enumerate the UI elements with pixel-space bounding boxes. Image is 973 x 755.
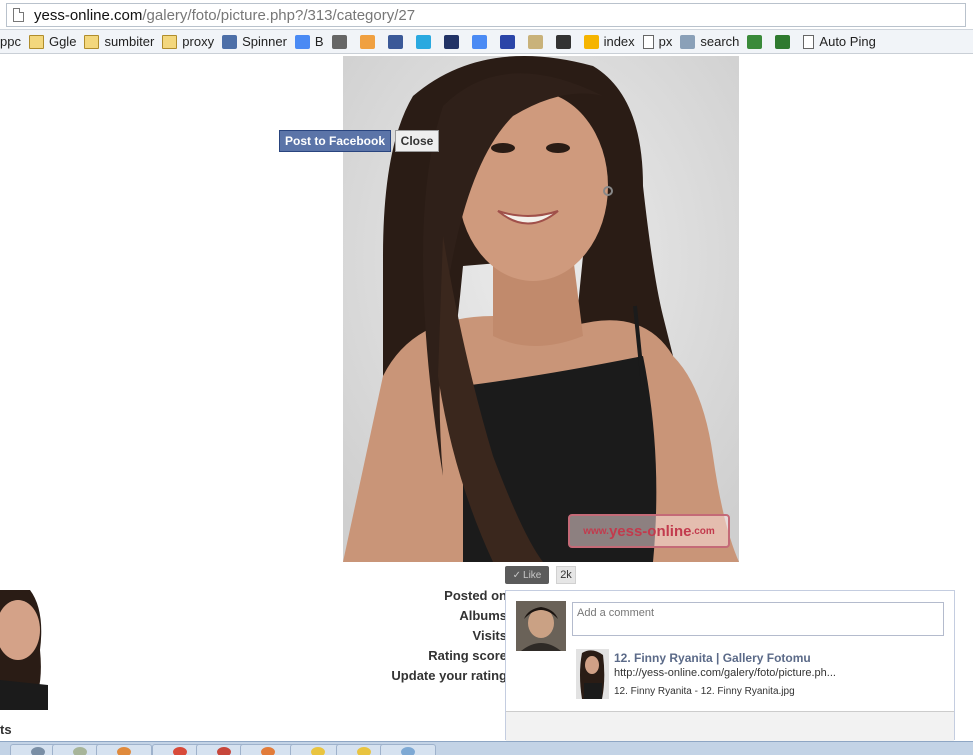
spinner-icon	[222, 34, 238, 49]
folder-icon	[162, 34, 178, 49]
image-icon	[73, 747, 87, 755]
bookmark-label: Spinner	[242, 34, 287, 49]
bookmark-item[interactable]	[331, 34, 352, 49]
checkmark-icon: ✓	[512, 569, 522, 581]
thumbnail-image[interactable]	[0, 590, 48, 710]
page-icon	[13, 8, 24, 22]
watermark-brand: yess-online	[608, 522, 692, 540]
like-count: 2k	[556, 566, 576, 584]
taskbar-item[interactable]	[96, 744, 152, 755]
share-url: http://yess-online.com/galery/foto/pictu…	[614, 667, 836, 679]
globe-icon	[775, 34, 791, 49]
bookmark-label: index	[603, 34, 635, 49]
facebook-icon	[387, 34, 403, 49]
p-icon	[499, 34, 515, 49]
bookmark-item[interactable]: B	[294, 34, 324, 49]
bookmark-label: px	[658, 34, 673, 49]
thumbnail-graphic	[0, 590, 48, 710]
popup-footer	[506, 711, 954, 741]
comment-input[interactable]: Add a comment	[572, 602, 944, 636]
taskbar	[0, 741, 973, 755]
notepad-icon	[31, 747, 45, 755]
bookmark-item[interactable]	[747, 34, 767, 49]
page-icon	[642, 34, 654, 49]
watermark-logo: www. yess-online .com	[568, 514, 730, 548]
app-icon	[261, 747, 275, 755]
bookmark-item[interactable]	[775, 34, 795, 49]
watermark-prefix: www.	[583, 525, 609, 537]
folder-icon	[84, 34, 100, 49]
bookmark-item[interactable]	[387, 34, 408, 49]
tool-icon	[401, 747, 415, 755]
bike-icon	[555, 34, 571, 49]
banner-icon	[443, 34, 459, 49]
browser-icon	[217, 747, 231, 755]
bookmark-item[interactable]: sumbiter	[84, 34, 154, 49]
share-caption: 12. Finny Ryanita - 12. Finny Ryanita.jp…	[614, 686, 795, 697]
bookmark-label: ppc	[0, 34, 21, 49]
graph-icon	[747, 34, 763, 49]
watermark-suffix: .com	[691, 525, 715, 537]
firefox-icon	[117, 747, 131, 755]
bookmark-item[interactable]: Auto Ping	[803, 34, 876, 49]
bookmark-item[interactable]	[555, 34, 576, 49]
address-bar: yess-online.com/galery/foto/picture.php?…	[0, 0, 973, 30]
bookmarks-bar: ppc Ggle sumbiter proxy Spinner Bindex px searc…	[0, 30, 973, 54]
flower-icon	[583, 34, 599, 49]
close-button[interactable]: Close	[395, 130, 439, 152]
translate-icon	[471, 34, 487, 49]
widget-icon	[359, 34, 375, 49]
section-heading-partial: ts	[0, 722, 12, 737]
google-b-icon	[294, 34, 310, 49]
bookmark-item[interactable]: proxy	[162, 34, 214, 49]
folder-icon	[28, 34, 44, 49]
feather-icon	[331, 34, 347, 49]
like-label: Like	[523, 569, 542, 581]
url-path: /galery/foto/picture.php?/313/category/2…	[142, 6, 416, 24]
facebook-share-popup: Add a comment 12. Finny Ryanita | Galler…	[505, 590, 955, 741]
rating-score-label: Rating score	[428, 648, 507, 663]
search-icon	[680, 34, 696, 49]
bookmark-label: proxy	[182, 34, 215, 49]
posted-on-label: Posted on	[444, 588, 507, 603]
person-icon	[527, 34, 543, 49]
bookmark-label: search	[700, 34, 740, 49]
avatar	[516, 601, 566, 651]
page-icon	[803, 34, 815, 49]
like-button[interactable]: ✓ Like	[505, 566, 549, 584]
avatar-image	[516, 601, 566, 651]
share-title[interactable]: 12. Finny Ryanita | Gallery Fotomu	[614, 651, 811, 665]
bookmark-item[interactable]	[471, 34, 492, 49]
visits-label: Visits	[472, 628, 507, 643]
bookmark-label: B	[314, 34, 324, 49]
twitter-icon	[415, 34, 431, 49]
bookmark-item[interactable]	[527, 34, 548, 49]
taskbar-item[interactable]	[380, 744, 436, 755]
bookmark-label: Ggle	[48, 34, 77, 49]
update-rating-label: Update your rating	[391, 668, 507, 683]
bookmark-item[interactable]: px	[642, 34, 673, 49]
url-host: yess-online.com	[34, 6, 143, 24]
bookmark-label: Auto Ping	[819, 34, 876, 49]
share-thumbnail-image	[576, 649, 609, 699]
bookmark-item[interactable]: Ggle	[28, 34, 77, 49]
url-input[interactable]: yess-online.com/galery/foto/picture.php?…	[6, 3, 966, 27]
bookmark-item[interactable]	[359, 34, 380, 49]
taskbar-item[interactable]	[240, 744, 296, 755]
browser-window: yess-online.com/galery/foto/picture.php?…	[0, 0, 973, 755]
share-thumbnail	[576, 649, 609, 699]
bookmark-item[interactable]: Spinner	[222, 34, 287, 49]
bookmark-item[interactable]: ppc	[0, 34, 21, 49]
chrome-icon	[173, 747, 187, 755]
post-to-facebook-button[interactable]: Post to Facebook	[279, 130, 391, 152]
smiley-icon	[357, 747, 371, 755]
bookmark-item[interactable]	[443, 34, 464, 49]
bookmark-item[interactable]	[415, 34, 436, 49]
bookmark-label: sumbiter	[104, 34, 155, 49]
bookmark-item[interactable]: search	[680, 34, 739, 49]
albums-label: Albums	[459, 608, 507, 623]
bookmark-item[interactable]	[499, 34, 520, 49]
bookmark-item[interactable]: index	[583, 34, 635, 49]
smiley-icon	[311, 747, 325, 755]
